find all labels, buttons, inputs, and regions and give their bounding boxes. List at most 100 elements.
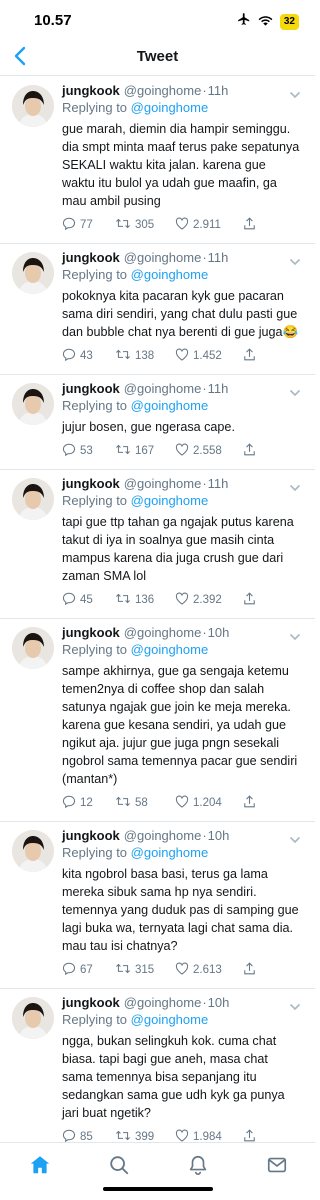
like-count: 1.984	[193, 1131, 222, 1142]
author-handle[interactable]: @goinghome	[124, 476, 202, 492]
author-name[interactable]: jungkook	[62, 250, 120, 266]
mention-link[interactable]: @goinghome	[131, 398, 209, 413]
reply-button[interactable]: 43	[62, 348, 115, 364]
tweet[interactable]: jungkook @goinghome · 10h Replying to @g…	[0, 619, 315, 822]
retweet-button[interactable]: 399	[115, 1129, 175, 1142]
share-icon	[243, 795, 256, 811]
retweet-button[interactable]: 167	[115, 443, 175, 459]
tweet-text: jujur bosen, gue ngerasa cape.	[62, 420, 235, 434]
tab-search[interactable]	[107, 1155, 131, 1179]
reply-count: 85	[80, 1131, 93, 1142]
chevron-down-icon[interactable]	[289, 479, 301, 497]
tab-home[interactable]	[28, 1155, 52, 1179]
author-name[interactable]: jungkook	[62, 828, 120, 844]
mention-link[interactable]: @goinghome	[131, 642, 209, 657]
author-handle[interactable]: @goinghome	[124, 995, 202, 1011]
like-button[interactable]: 1.204	[175, 795, 243, 811]
heart-icon	[175, 592, 189, 608]
reply-button[interactable]: 12	[62, 795, 115, 811]
mention-link[interactable]: @goinghome	[131, 1012, 209, 1027]
chevron-down-icon[interactable]	[289, 628, 301, 646]
author-name[interactable]: jungkook	[62, 476, 120, 492]
replying-to-label: Replying to	[62, 642, 128, 657]
like-button[interactable]: 2.558	[175, 443, 243, 459]
share-button[interactable]	[243, 962, 256, 978]
reply-icon	[62, 217, 76, 233]
reply-button[interactable]: 45	[62, 592, 115, 608]
tweet[interactable]: jungkook @goinghome · 11h Replying to @g…	[0, 375, 315, 470]
avatar[interactable]	[12, 383, 54, 425]
share-button[interactable]	[243, 348, 256, 364]
tweet[interactable]: jungkook @goinghome · 11h Replying to @g…	[0, 244, 315, 375]
retweet-button[interactable]: 138	[115, 348, 175, 364]
author-name[interactable]: jungkook	[62, 381, 120, 397]
nav-bar: Tweet	[0, 40, 315, 76]
retweet-count: 315	[135, 964, 155, 976]
avatar[interactable]	[12, 830, 54, 872]
tweet-text: kita ngobrol basa basi, terus ga lama me…	[62, 867, 299, 953]
tweet-time: 11h	[207, 250, 229, 265]
tab-messages[interactable]	[265, 1155, 289, 1179]
share-button[interactable]	[243, 1129, 256, 1142]
reply-button[interactable]: 53	[62, 443, 115, 459]
share-button[interactable]	[243, 592, 256, 608]
share-icon	[243, 443, 256, 459]
reply-button[interactable]: 67	[62, 962, 115, 978]
author-name[interactable]: jungkook	[62, 995, 120, 1011]
replying-to: Replying to @goinghome	[62, 266, 301, 283]
tweet-time: 10h	[207, 828, 230, 843]
tweet-text: tapi gue ttp tahan ga ngajak putus karen…	[62, 515, 294, 583]
tweet[interactable]: jungkook @goinghome · 11h Replying to @g…	[0, 77, 315, 244]
like-button[interactable]: 2.911	[175, 217, 243, 233]
share-button[interactable]	[243, 795, 256, 811]
author-handle[interactable]: @goinghome	[124, 83, 202, 99]
retweet-count: 305	[135, 219, 155, 231]
retweet-count: 136	[135, 594, 155, 606]
mention-link[interactable]: @goinghome	[131, 100, 209, 115]
chevron-down-icon[interactable]	[289, 998, 301, 1016]
like-button[interactable]: 1.984	[175, 1129, 243, 1142]
retweet-icon	[115, 592, 131, 608]
avatar[interactable]	[12, 85, 54, 127]
wifi-icon	[258, 13, 273, 31]
retweet-button[interactable]: 305	[115, 217, 175, 233]
like-button[interactable]: 1.452	[175, 348, 243, 364]
chevron-down-icon[interactable]	[289, 86, 301, 104]
like-button[interactable]: 2.613	[175, 962, 243, 978]
author-handle[interactable]: @goinghome	[124, 381, 202, 397]
avatar[interactable]	[12, 478, 54, 520]
chevron-down-icon[interactable]	[289, 384, 301, 402]
reply-button[interactable]: 77	[62, 217, 115, 233]
share-button[interactable]	[243, 443, 256, 459]
author-handle[interactable]: @goinghome	[124, 250, 202, 266]
like-count: 2.613	[193, 964, 222, 976]
chevron-down-icon[interactable]	[289, 831, 301, 849]
mention-link[interactable]: @goinghome	[131, 845, 209, 860]
author-handle[interactable]: @goinghome	[124, 625, 202, 641]
share-icon	[243, 1129, 256, 1142]
chevron-down-icon[interactable]	[289, 253, 301, 271]
tab-notifications[interactable]	[186, 1155, 210, 1179]
tweet-actions: 77 305 2.911	[62, 217, 301, 233]
like-button[interactable]: 2.392	[175, 592, 243, 608]
replying-to: Replying to @goinghome	[62, 99, 301, 116]
avatar[interactable]	[12, 252, 54, 294]
mention-link[interactable]: @goinghome	[131, 267, 209, 282]
author-handle[interactable]: @goinghome	[124, 828, 202, 844]
avatar[interactable]	[12, 997, 54, 1039]
heart-icon	[175, 217, 189, 233]
avatar[interactable]	[12, 627, 54, 669]
tweet[interactable]: jungkook @goinghome · 10h Replying to @g…	[0, 822, 315, 989]
tweet[interactable]: jungkook @goinghome · 11h Replying to @g…	[0, 470, 315, 619]
retweet-button[interactable]: 58	[115, 795, 175, 811]
reply-button[interactable]: 85	[62, 1129, 115, 1142]
author-name[interactable]: jungkook	[62, 83, 120, 99]
author-name[interactable]: jungkook	[62, 625, 120, 641]
share-button[interactable]	[243, 217, 256, 233]
retweet-button[interactable]: 315	[115, 962, 175, 978]
retweet-button[interactable]: 136	[115, 592, 175, 608]
home-icon	[29, 1154, 51, 1181]
bell-icon	[187, 1154, 209, 1181]
mention-link[interactable]: @goinghome	[131, 493, 209, 508]
tweet[interactable]: jungkook @goinghome · 10h Replying to @g…	[0, 989, 315, 1142]
